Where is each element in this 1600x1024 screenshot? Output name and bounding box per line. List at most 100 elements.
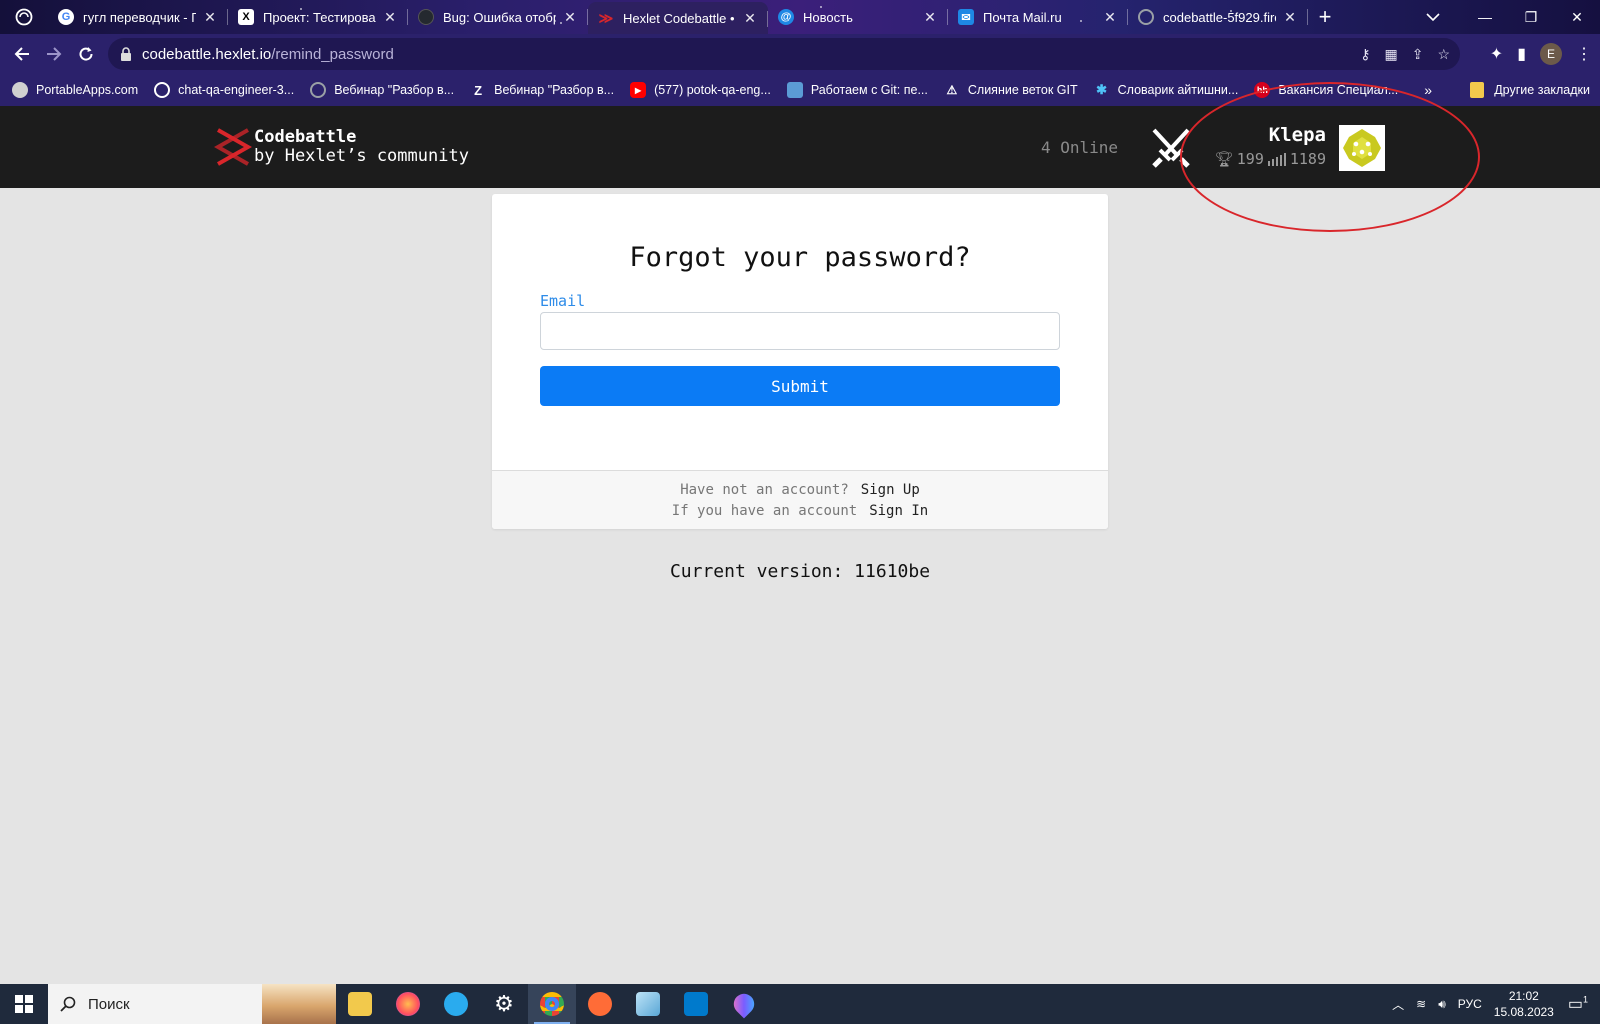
windows-taskbar: Поиск ⚙ ︿ ≋ 🔊︎ РУС 21:02 15.08.2023 ▭1 <box>0 984 1600 1024</box>
clock[interactable]: 21:02 15.08.2023 <box>1494 988 1554 1020</box>
vscode-icon[interactable] <box>672 984 720 1024</box>
browser-tab[interactable]: @ Новость ✕ <box>768 0 948 34</box>
close-tab-icon[interactable]: ✕ <box>922 9 938 26</box>
notifications-icon[interactable]: ▭1 <box>1568 994 1588 1014</box>
x-logo-icon: X <box>238 9 254 25</box>
volume-icon[interactable]: 🔊︎ <box>1438 997 1446 1012</box>
close-tab-icon[interactable]: ✕ <box>202 9 218 26</box>
sign-in-link[interactable]: Sign In <box>869 503 928 519</box>
bookmark-label: Слияние веток GIT <box>967 83 1078 97</box>
codebattle-icon: ≫ <box>598 9 614 26</box>
browser-tab[interactable]: G гугл переводчик - По ✕ <box>48 0 228 34</box>
key-icon[interactable]: ⚷ <box>1360 46 1370 63</box>
share-icon[interactable]: ⇪ <box>1412 46 1424 63</box>
other-bookmarks-label: Другие закладки <box>1494 83 1590 97</box>
bookmark-label: PortableApps.com <box>36 83 139 97</box>
file-explorer-icon[interactable] <box>336 984 384 1024</box>
side-panel-icon[interactable]: ▮ <box>1517 44 1526 64</box>
translate-icon[interactable]: ▦ <box>1384 46 1397 63</box>
restore-window-icon[interactable]: ❐ <box>1508 0 1554 34</box>
browser-tab[interactable]: codebattle-5f929.fireb ✕ <box>1128 0 1308 34</box>
bookmark-star-icon[interactable]: ☆ <box>1437 46 1450 63</box>
submit-button[interactable]: Submit <box>540 366 1060 406</box>
tab-title: Новость <box>803 9 853 25</box>
email-label: Email <box>540 292 586 310</box>
browser-tab-active[interactable]: ≫ Hexlet Codebattle • Ga ✕ <box>588 2 768 34</box>
address-bar[interactable]: codebattle.hexlet.io/remind_password ⚷ ▦… <box>108 38 1460 70</box>
taskbar-search[interactable]: Поиск <box>48 984 336 1024</box>
minimize-window-icon[interactable]: — <box>1462 0 1508 34</box>
notepad-icon[interactable] <box>624 984 672 1024</box>
search-icon <box>60 996 76 1012</box>
bookmark-label: Работаем с Git: пе... <box>810 83 928 97</box>
other-bookmarks-folder[interactable]: Другие закладки <box>1470 74 1590 106</box>
bookmark-label: Словарик айтишни... <box>1117 83 1239 97</box>
tab-title: Hexlet Codebattle • Ga <box>623 10 736 26</box>
bookmark-item[interactable]: ⚠ Слияние веток GIT <box>944 82 1078 98</box>
page-title: Forgot your password? <box>629 242 971 273</box>
paint-drop-icon[interactable] <box>720 984 768 1024</box>
clock-time: 21:02 <box>1508 989 1539 1003</box>
browser-tab[interactable]: Bug: Ошибка отображ ✕ <box>408 0 588 34</box>
close-tab-icon[interactable]: ✕ <box>1282 9 1298 26</box>
postman-icon[interactable] <box>576 984 624 1024</box>
kebab-menu-icon[interactable]: ⋮ <box>1576 44 1592 64</box>
new-tab-button[interactable]: + <box>1308 0 1342 34</box>
bookmark-item[interactable]: Работаем с Git: пе... <box>786 82 928 98</box>
card-footer: Have not an account? Sign Up If you have … <box>492 470 1108 529</box>
close-tab-icon[interactable]: ✕ <box>1102 9 1118 26</box>
tab-title: Почта Mail.ru <box>983 9 1062 25</box>
snowflake-icon: ✱ <box>1096 82 1108 97</box>
bookmark-item[interactable]: ▶ (577) potok-qa-eng... <box>630 82 771 98</box>
browser-tab[interactable]: X Проект: Тестирование ✕ <box>228 0 408 34</box>
forward-arrow-icon[interactable] <box>38 38 70 70</box>
git-icon: ⚠ <box>946 83 958 97</box>
wifi-icon[interactable]: ≋ <box>1416 997 1426 1011</box>
tab-search-chevron-icon[interactable] <box>1416 0 1450 34</box>
forgot-password-card: Forgot your password? Email Submit Have … <box>492 194 1108 529</box>
tab-title: codebattle-5f929.fireb <box>1163 9 1276 25</box>
close-tab-icon[interactable]: ✕ <box>562 9 578 26</box>
mail-icon: ✉ <box>958 9 974 25</box>
back-arrow-icon[interactable] <box>6 38 38 70</box>
bookmark-item[interactable]: ✱ Словарик айтишни... <box>1094 82 1239 98</box>
online-count[interactable]: 4 Online <box>1041 138 1118 157</box>
url-host: codebattle.hexlet.io <box>142 45 272 63</box>
google-icon: G <box>58 9 74 25</box>
browser-tab[interactable]: ✉ Почта Mail.ru ✕ <box>948 0 1128 34</box>
url-path: /remind_password <box>271 45 394 63</box>
pinned-tab[interactable] <box>0 0 48 34</box>
close-window-icon[interactable]: ✕ <box>1554 0 1600 34</box>
profile-avatar[interactable]: E <box>1540 43 1562 65</box>
github-icon <box>418 9 434 25</box>
version-text: Current version: 11610be <box>669 561 931 582</box>
browser-toolbar: codebattle.hexlet.io/remind_password ⚷ ▦… <box>0 34 1600 74</box>
input-language[interactable]: РУС <box>1458 997 1482 1011</box>
bookmark-label: chat-qa-engineer-3... <box>178 83 295 97</box>
close-tab-icon[interactable]: ✕ <box>742 10 758 27</box>
bookmark-item[interactable]: Z Вебинар "Разбор в... <box>470 82 614 98</box>
chrome-icon[interactable] <box>528 984 576 1024</box>
firefox-icon[interactable] <box>384 984 432 1024</box>
extensions-puzzle-icon[interactable]: ✦ <box>1490 44 1503 64</box>
mail-at-icon: @ <box>778 9 794 25</box>
telegram-icon[interactable] <box>432 984 480 1024</box>
codebattle-logo-icon <box>214 128 252 166</box>
codebattle-logo[interactable]: Codebattle by Hexlet’s community <box>214 126 469 168</box>
folder-icon <box>1470 82 1485 98</box>
email-input[interactable] <box>540 312 1060 350</box>
bookmark-item[interactable]: chat-qa-engineer-3... <box>154 82 294 98</box>
system-tray: ︿ ≋ 🔊︎ РУС 21:02 15.08.2023 ▭1 <box>1392 984 1600 1024</box>
red-annotation-circle <box>1180 82 1480 232</box>
bookmark-label: Вебинар "Разбор в... <box>494 83 615 97</box>
tray-chevron-icon[interactable]: ︿ <box>1392 996 1404 1013</box>
globe-icon <box>154 82 171 98</box>
bookmark-item[interactable]: PortableApps.com <box>12 82 138 98</box>
bookmark-item[interactable]: Вебинар "Разбор в... <box>310 82 454 98</box>
lock-icon <box>121 47 131 61</box>
settings-gear-icon[interactable]: ⚙ <box>480 984 528 1024</box>
windows-start-icon[interactable] <box>0 984 48 1024</box>
reload-icon[interactable] <box>70 38 102 70</box>
close-tab-icon[interactable]: ✕ <box>382 9 398 26</box>
sign-up-link[interactable]: Sign Up <box>861 482 920 498</box>
